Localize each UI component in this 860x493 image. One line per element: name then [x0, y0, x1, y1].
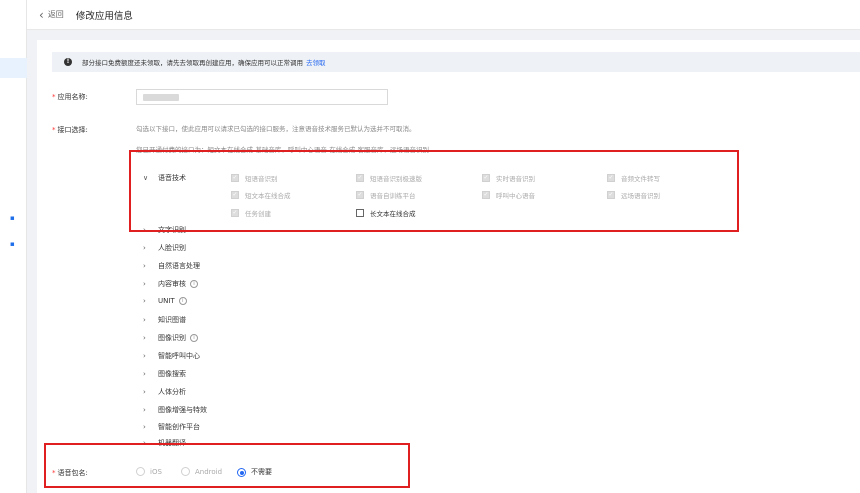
notice-text: 部分接口免费额度还未领取，请先去领取再创建应用，确保应用可以正常调用 [82, 59, 303, 67]
interface-hint: 勾选以下接口，使此应用可以请求已勾选的接口服务，注意语音技术服务已默认为选并不可… [136, 125, 416, 133]
category-body-analysis[interactable]: › 人体分析 [143, 387, 186, 397]
category-image-enhance[interactable]: › 图像增强与特效 [143, 405, 207, 415]
highlight-box-speech [129, 150, 739, 232]
highlight-box-voice-package [44, 443, 410, 488]
category-call-center[interactable]: › 智能呼叫中心 [143, 351, 200, 361]
app-name-value [143, 94, 179, 101]
category-unit[interactable]: › UNIT i [143, 297, 187, 305]
category-face[interactable]: › 人脸识别 [143, 243, 186, 253]
app-name-input[interactable] [136, 89, 388, 105]
help-icon[interactable]: i [178, 297, 187, 305]
page-header: ‹ 返回 修改应用信息 [27, 0, 860, 30]
chevron-right-icon: › [143, 297, 146, 305]
notice-bar: ! 部分接口免费额度还未领取，请先去领取再创建应用，确保应用可以正常调用 去领取 [52, 52, 860, 72]
info-icon: ! [64, 58, 72, 66]
category-knowledge-graph[interactable]: › 知识图谱 [143, 315, 186, 325]
chevron-right-icon: › [143, 334, 146, 342]
sidebar-item-marker[interactable]: ▪ [10, 240, 15, 248]
back-link[interactable]: 返回 [48, 9, 64, 20]
sidebar-item-marker[interactable]: ▪ [10, 214, 15, 222]
chevron-right-icon: › [143, 262, 146, 270]
help-icon[interactable]: i [190, 280, 198, 288]
left-sidebar: ▪ ▪ [0, 0, 27, 493]
interface-label: * 接口选择: [52, 126, 88, 134]
chevron-right-icon: › [143, 370, 146, 378]
chevron-right-icon: › [143, 406, 146, 414]
back-chevron-icon[interactable]: ‹ [39, 8, 44, 22]
category-creation-platform[interactable]: › 智能创作平台 [143, 422, 200, 432]
claim-link[interactable]: 去领取 [306, 57, 326, 67]
chevron-right-icon: › [143, 388, 146, 396]
app-name-label: * 应用名称: [52, 93, 88, 101]
chevron-right-icon: › [143, 280, 146, 288]
sidebar-active-item[interactable] [0, 58, 27, 78]
chevron-right-icon: › [143, 352, 146, 360]
page-title: 修改应用信息 [75, 10, 133, 22]
category-nlp[interactable]: › 自然语言处理 [143, 261, 200, 271]
chevron-right-icon: › [143, 244, 146, 252]
chevron-right-icon: › [143, 423, 146, 431]
category-image-recognition[interactable]: › 图像识别 i [143, 333, 198, 343]
category-image-search[interactable]: › 图像搜索 [143, 369, 186, 379]
help-icon[interactable]: i [190, 334, 198, 342]
form-card: ! 部分接口免费额度还未领取，请先去领取再创建应用，确保应用可以正常调用 去领取… [37, 40, 860, 493]
chevron-right-icon: › [143, 316, 146, 324]
category-content-audit[interactable]: › 内容审核 i [143, 279, 198, 289]
